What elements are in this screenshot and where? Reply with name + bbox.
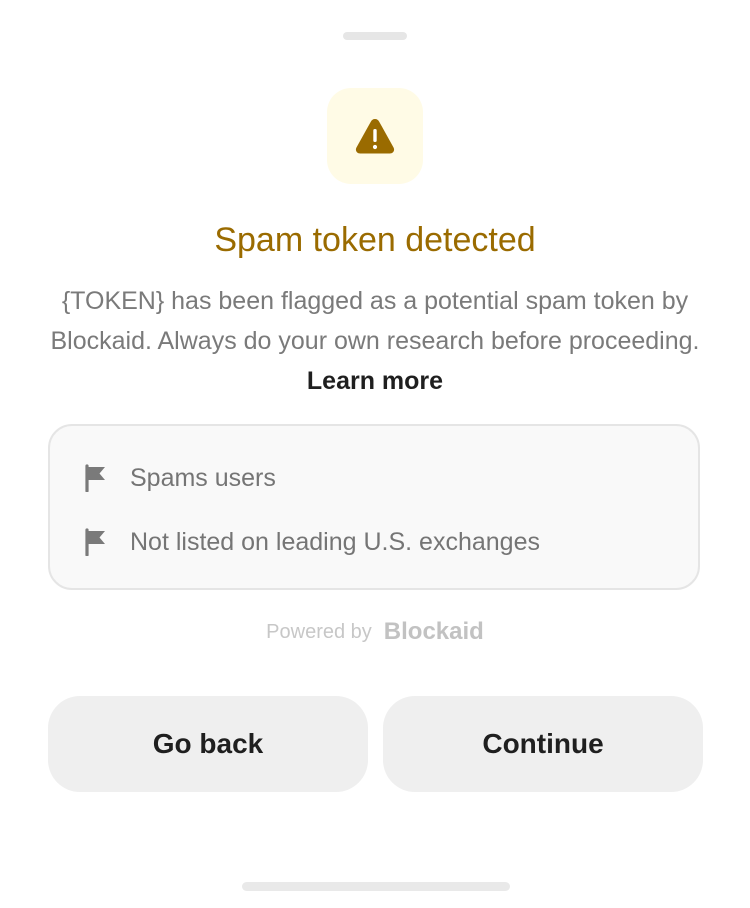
learn-more-link[interactable]: Learn more bbox=[307, 367, 443, 395]
flag-icon bbox=[84, 464, 108, 492]
home-indicator[interactable] bbox=[242, 882, 510, 891]
flag-icon bbox=[84, 528, 108, 556]
spam-reasons-card: Spams users Not listed on leading U.S. e… bbox=[48, 424, 700, 590]
warning-icon-tile bbox=[327, 88, 423, 184]
go-back-button[interactable]: Go back bbox=[48, 696, 368, 792]
powered-by-label: Powered by bbox=[266, 620, 372, 643]
blockaid-logo: Blockaid bbox=[384, 618, 484, 646]
continue-button[interactable]: Continue bbox=[383, 696, 703, 792]
sheet-title: Spam token detected bbox=[214, 221, 536, 259]
powered-by-attribution: Powered by Blockaid bbox=[0, 618, 750, 646]
warning-triangle-icon bbox=[355, 119, 395, 154]
brand-name: Blockaid bbox=[383, 618, 484, 645]
warning-description: {TOKEN} has been flagged as a potential … bbox=[40, 281, 710, 401]
description-text: {TOKEN} has been flagged as a potential … bbox=[50, 287, 700, 355]
reason-item: Spams users bbox=[84, 460, 276, 496]
reason-label: Spams users bbox=[130, 463, 276, 492]
sheet-drag-handle[interactable] bbox=[343, 32, 407, 40]
reason-item: Not listed on leading U.S. exchanges bbox=[84, 524, 540, 560]
reason-label: Not listed on leading U.S. exchanges bbox=[130, 527, 540, 556]
